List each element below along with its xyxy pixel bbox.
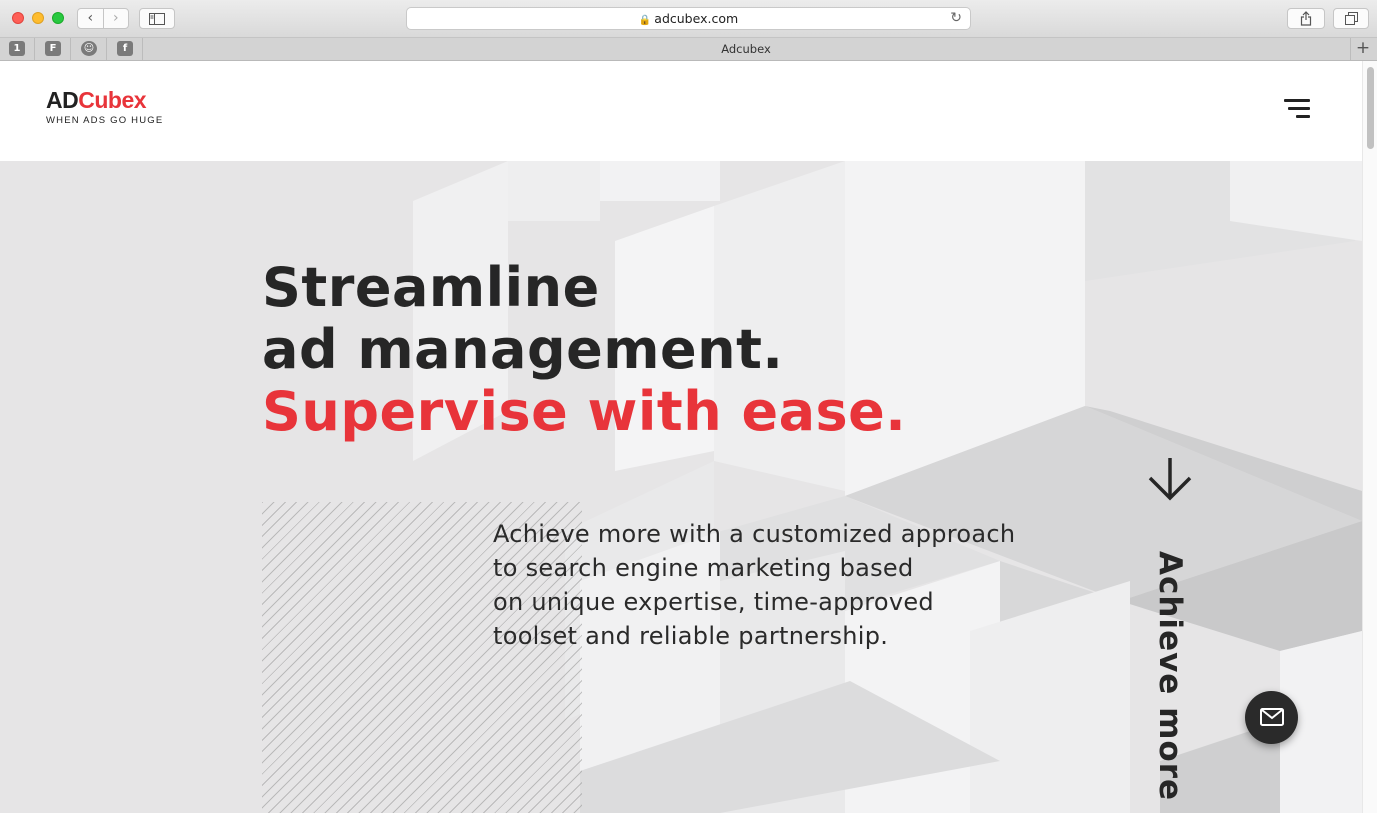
favorite-item[interactable]: ☺ xyxy=(81,41,97,56)
achieve-more-label[interactable]: Achieve more xyxy=(1152,551,1188,801)
lock-icon: 🔒 xyxy=(638,15,652,26)
sidebar-icon xyxy=(149,12,165,25)
divider xyxy=(70,38,71,60)
headline-line-1: Streamline xyxy=(262,256,600,319)
history-nav: ‹ › xyxy=(77,8,129,29)
address-bar[interactable]: 🔒 adcubex.com ↻ xyxy=(406,7,971,30)
divider xyxy=(106,38,107,60)
hero-headline: Streamline ad management. Supervise with… xyxy=(262,257,906,443)
window-minimize-button[interactable] xyxy=(32,12,44,24)
new-tab-icon[interactable]: + xyxy=(1350,38,1375,60)
share-button[interactable] xyxy=(1287,8,1325,29)
lead-line: Achieve more with a customized approach xyxy=(493,520,1016,548)
divider xyxy=(142,38,143,60)
arrow-down-icon[interactable] xyxy=(1146,456,1194,504)
hero-section: Streamline ad management. Supervise with… xyxy=(0,161,1362,813)
hamburger-menu-icon[interactable] xyxy=(1280,97,1310,121)
lead-line: toolset and reliable partnership. xyxy=(493,622,889,650)
window-close-button[interactable] xyxy=(12,12,24,24)
contact-mail-button[interactable] xyxy=(1245,691,1298,744)
window-zoom-button[interactable] xyxy=(52,12,64,24)
logo-cubex-text: Cubex xyxy=(78,87,147,113)
address-url: adcubex.com xyxy=(654,11,739,26)
sidebar-toggle-button[interactable] xyxy=(139,8,175,29)
browser-toolbar: ‹ › 🔒 adcubex.com ↻ xyxy=(0,0,1377,38)
logo[interactable]: ADCubex WHEN ADS GO HUGE xyxy=(46,88,163,126)
favorite-item[interactable]: f xyxy=(117,41,133,56)
headline-accent: Supervise with ease. xyxy=(262,380,907,443)
page-scrollbar[interactable] xyxy=(1362,61,1377,813)
lead-line: on unique expertise, time-approved xyxy=(493,588,934,616)
headline-line-2: ad management. xyxy=(262,318,784,381)
site-header: ADCubex WHEN ADS GO HUGE xyxy=(0,61,1362,161)
tab-title[interactable]: Adcubex xyxy=(145,42,1347,56)
logo-tagline: WHEN ADS GO HUGE xyxy=(46,115,164,126)
logo-ad-text: AD xyxy=(46,87,79,113)
share-icon xyxy=(1300,11,1312,26)
tab-overview-button[interactable] xyxy=(1333,8,1369,29)
hero-lead-text: Achieve more with a customized approach … xyxy=(493,517,1093,653)
favorites-bar: 1 F ☺ f Adcubex + xyxy=(0,38,1377,61)
reload-icon[interactable]: ↻ xyxy=(950,10,962,26)
favorite-item[interactable]: 1 xyxy=(9,41,25,56)
page-viewport: ADCubex WHEN ADS GO HUGE Streamline ad m… xyxy=(0,61,1362,813)
chevron-right-icon[interactable]: › xyxy=(102,9,129,28)
lead-line: to search engine marketing based xyxy=(493,554,914,582)
tabs-icon xyxy=(1344,12,1358,25)
divider xyxy=(34,38,35,60)
chevron-left-icon[interactable]: ‹ xyxy=(78,9,103,28)
scrollbar-thumb[interactable] xyxy=(1367,67,1374,149)
mail-icon xyxy=(1260,708,1284,726)
favorite-item[interactable]: F xyxy=(45,41,61,56)
